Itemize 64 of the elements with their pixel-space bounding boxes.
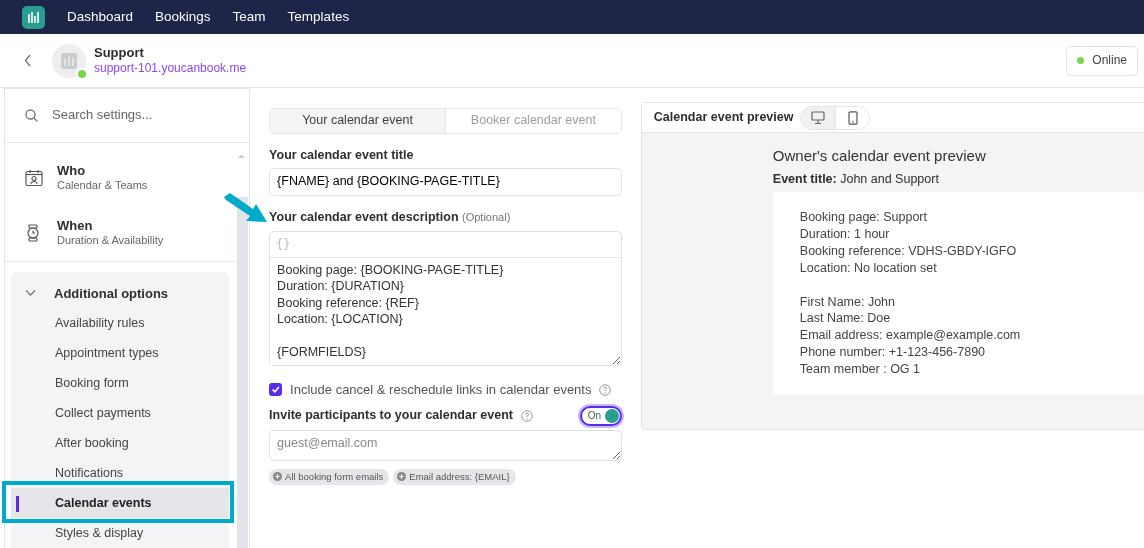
logo-icon[interactable] <box>22 5 45 29</box>
status-dot <box>1077 57 1085 64</box>
preview-line: Duration: 1 hour <box>799 226 891 243</box>
nav-link[interactable]: Team <box>232 8 266 26</box>
tab[interactable]: Your calendar event <box>270 109 445 133</box>
plus-icon <box>273 472 283 482</box>
bars-icon <box>61 52 77 69</box>
text-area[interactable]: {} Booking page: {BOOKING-PAGE-TITLE} Duration: {DURATION} Booking reference: {REF} Location: {LOCATION} {FORMFIELDS} <box>269 230 622 366</box>
section-title: When <box>57 218 94 235</box>
sidebar-item[interactable]: Styles & display <box>11 518 230 548</box>
sidebar-item[interactable]: Collect payments <box>11 398 230 428</box>
help-icon <box>599 383 612 396</box>
check-icon <box>271 385 281 395</box>
search-icon <box>25 109 38 122</box>
preview-line: First Name: John <box>799 293 896 311</box>
nav-link[interactable]: Dashboard <box>67 8 134 26</box>
sidebar-item[interactable]: Calendar events <box>11 488 230 518</box>
group-header[interactable]: Additional options <box>11 280 230 308</box>
section-subtitle: Duration & Availability <box>57 234 164 248</box>
scroll-up-icon <box>237 152 247 159</box>
device-toggle[interactable] <box>835 106 870 129</box>
preview-line: Location: No location set <box>799 259 938 277</box>
status-dot <box>76 67 88 80</box>
bars-icon <box>26 9 41 25</box>
panel-title: Calendar event preview <box>653 109 794 126</box>
selection-indicator <box>16 496 19 512</box>
sidebar-item[interactable]: Notifications <box>11 458 230 488</box>
preview-line: Team member : OG 1 <box>799 360 921 378</box>
plus-icon <box>397 472 407 482</box>
field-label: Your calendar event title <box>269 147 415 164</box>
sidebar-item[interactable]: Appointment types <box>11 338 230 368</box>
checkbox[interactable] <box>269 383 283 397</box>
preview-line: Booking reference: VDHS-GBDY-IGFO <box>799 242 1018 260</box>
add-chip[interactable]: All booking form emails <box>269 469 390 485</box>
sidebar-item[interactable]: Availability rules <box>11 308 230 338</box>
phone-icon <box>847 110 859 125</box>
section-title: Who <box>57 163 87 180</box>
event-title: Event title: John and Support <box>772 171 940 188</box>
monitor-icon <box>811 110 826 125</box>
nav-link[interactable]: Templates <box>287 8 350 26</box>
sidebar-item[interactable]: After booking <box>11 428 230 458</box>
section-subtitle: Calendar & Teams <box>57 179 148 193</box>
device-toggle[interactable] <box>801 106 836 129</box>
preview-line: Phone number: +1-123-456-7890 <box>799 343 987 361</box>
annotation-arrow <box>222 193 268 223</box>
preview-heading: Owner's calendar event preview <box>772 147 987 166</box>
preview-line: Booking page: Support <box>799 209 928 227</box>
input-field[interactable]: {FNAME} and {BOOKING-PAGE-TITLE} <box>269 168 622 196</box>
add-chip[interactable]: Email address: {EMAIL} <box>393 469 516 485</box>
input-field[interactable]: guest@email.com <box>269 429 622 461</box>
nav-link[interactable]: Bookings <box>155 8 211 26</box>
sidebar-item[interactable]: Booking form <box>11 368 230 398</box>
preview-line: Last Name: Doe <box>799 310 892 328</box>
page-title: Support <box>94 44 145 62</box>
calendar-person-icon <box>25 169 43 187</box>
status-button[interactable]: Online <box>1066 45 1138 76</box>
toggle-switch[interactable]: On <box>579 405 622 426</box>
page-url[interactable]: support-101.youcanbook.me <box>94 61 247 77</box>
checkbox-label: Include cancel & reschedule links in calendar events <box>290 381 592 398</box>
help-icon <box>520 409 533 422</box>
back-icon[interactable] <box>24 54 32 67</box>
field-label: Invite participants to your calendar event <box>269 407 513 424</box>
field-label: Your calendar event description (Optional) <box>269 209 512 226</box>
preview-line: Email address: example@example.com <box>799 327 1022 344</box>
